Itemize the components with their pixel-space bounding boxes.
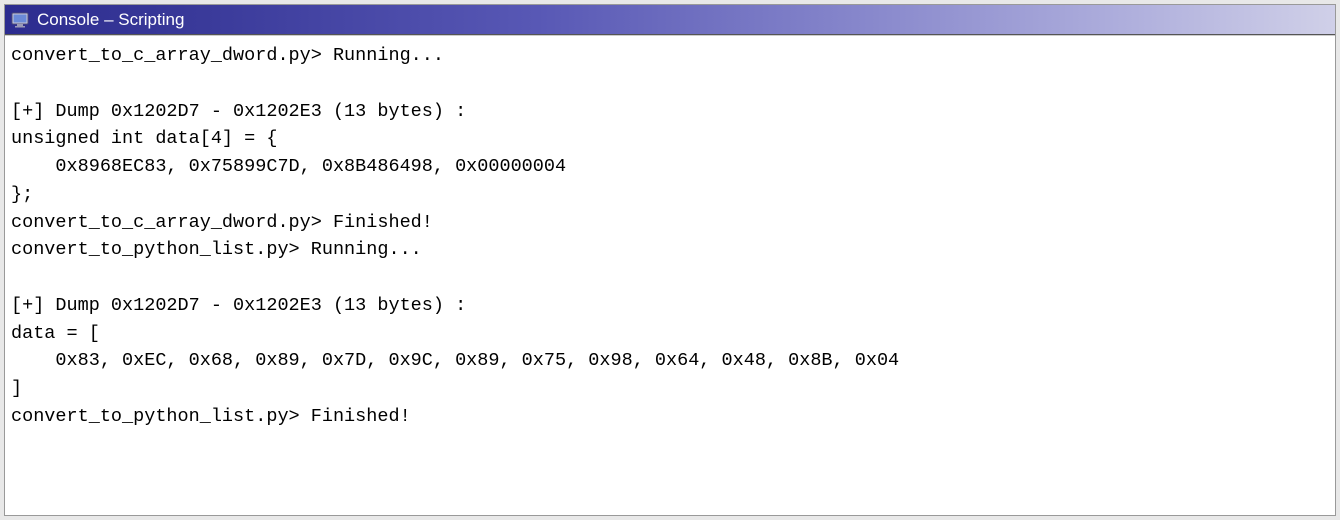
console-line: [+] Dump 0x1202D7 - 0x1202E3 (13 bytes) … bbox=[11, 295, 466, 316]
console-output[interactable]: convert_to_c_array_dword.py> Running... … bbox=[5, 35, 1335, 515]
console-panel: Console – Scripting convert_to_c_array_d… bbox=[4, 4, 1336, 516]
console-line: convert_to_python_list.py> Running... bbox=[11, 239, 422, 260]
console-line: [+] Dump 0x1202D7 - 0x1202E3 (13 bytes) … bbox=[11, 101, 466, 122]
console-line: data = [ bbox=[11, 323, 100, 344]
console-line: convert_to_c_array_dword.py> Finished! bbox=[11, 212, 433, 233]
console-line: convert_to_c_array_dword.py> Running... bbox=[11, 45, 444, 66]
window-title: Console – Scripting bbox=[37, 10, 184, 30]
console-line: convert_to_python_list.py> Finished! bbox=[11, 406, 411, 427]
title-bar[interactable]: Console – Scripting bbox=[5, 5, 1335, 35]
console-line: 0x83, 0xEC, 0x68, 0x89, 0x7D, 0x9C, 0x89… bbox=[11, 350, 899, 371]
console-line: unsigned int data[4] = { bbox=[11, 128, 277, 149]
console-line: }; bbox=[11, 184, 33, 205]
console-line: ] bbox=[11, 378, 22, 399]
console-line: 0x8968EC83, 0x75899C7D, 0x8B486498, 0x00… bbox=[11, 156, 566, 177]
monitor-icon bbox=[11, 12, 29, 28]
